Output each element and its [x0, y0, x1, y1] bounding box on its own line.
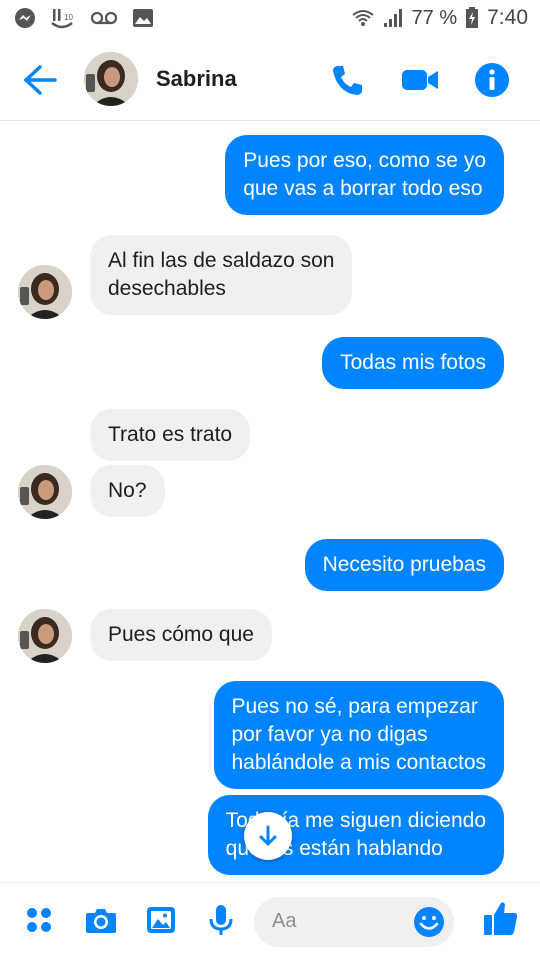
- avatar-photo-icon: [18, 609, 72, 663]
- message-bubble-incoming[interactable]: No?: [90, 465, 165, 517]
- voicemail-icon: [90, 11, 118, 25]
- info-icon[interactable]: [474, 62, 510, 98]
- sender-avatar: [18, 465, 72, 519]
- message-bubble-incoming[interactable]: Pues cómo que: [90, 609, 272, 661]
- thumbs-up-icon[interactable]: [482, 899, 520, 937]
- message-bubble-outgoing[interactable]: Pues por eso, como se yo que vas a borra…: [225, 135, 504, 215]
- wifi-icon: [351, 10, 374, 26]
- video-call-icon[interactable]: [400, 62, 440, 98]
- contact-avatar[interactable]: [84, 52, 138, 106]
- image-notification-icon: [133, 9, 153, 27]
- message-input-placeholder: Aa: [272, 910, 297, 932]
- svg-text:10: 10: [64, 13, 73, 22]
- microphone-icon[interactable]: [204, 903, 238, 937]
- messenger-notification-icon: [15, 8, 35, 28]
- battery-percent: 77 %: [411, 6, 458, 29]
- phone-call-icon[interactable]: [330, 62, 366, 98]
- signal-icon: [383, 9, 402, 27]
- status-bar: 10 77 % 7:40: [0, 0, 540, 40]
- camera-icon[interactable]: [84, 903, 118, 937]
- battery-charging-icon: [466, 7, 479, 28]
- message-bubble-outgoing[interactable]: Necesito pruebas: [304, 539, 504, 591]
- scroll-to-bottom-button[interactable]: [244, 812, 292, 860]
- avatar-photo-icon: [18, 265, 72, 319]
- sender-avatar: [18, 265, 72, 319]
- conversation-header: Sabrina: [0, 40, 540, 121]
- back-arrow-icon[interactable]: [22, 64, 58, 96]
- message-bubble-outgoing[interactable]: Todas mis fotos: [322, 337, 504, 389]
- sender-avatar: [18, 609, 72, 663]
- message-bubble-incoming[interactable]: Al fin las de saldazo son desechables: [90, 235, 353, 315]
- clock: 7:40: [487, 6, 528, 29]
- contact-name[interactable]: Sabrina: [156, 66, 237, 92]
- message-bubble-outgoing[interactable]: Pues no sé, para empezar por favor ya no…: [213, 681, 504, 789]
- avatar-photo-icon: [18, 465, 72, 519]
- more-actions-icon[interactable]: [22, 903, 56, 937]
- emoji-icon[interactable]: [412, 905, 446, 939]
- app-notification-icon: 10: [51, 9, 73, 29]
- gallery-icon[interactable]: [144, 903, 178, 937]
- message-bubble-incoming[interactable]: Trato es trato: [90, 409, 251, 461]
- avatar-photo-icon: [84, 52, 138, 106]
- composer-bar: Aa: [0, 882, 540, 961]
- message-list[interactable]: Pues por eso, como se yo que vas a borra…: [0, 121, 540, 881]
- arrow-down-icon: [259, 825, 277, 846]
- message-input[interactable]: Aa: [254, 897, 454, 947]
